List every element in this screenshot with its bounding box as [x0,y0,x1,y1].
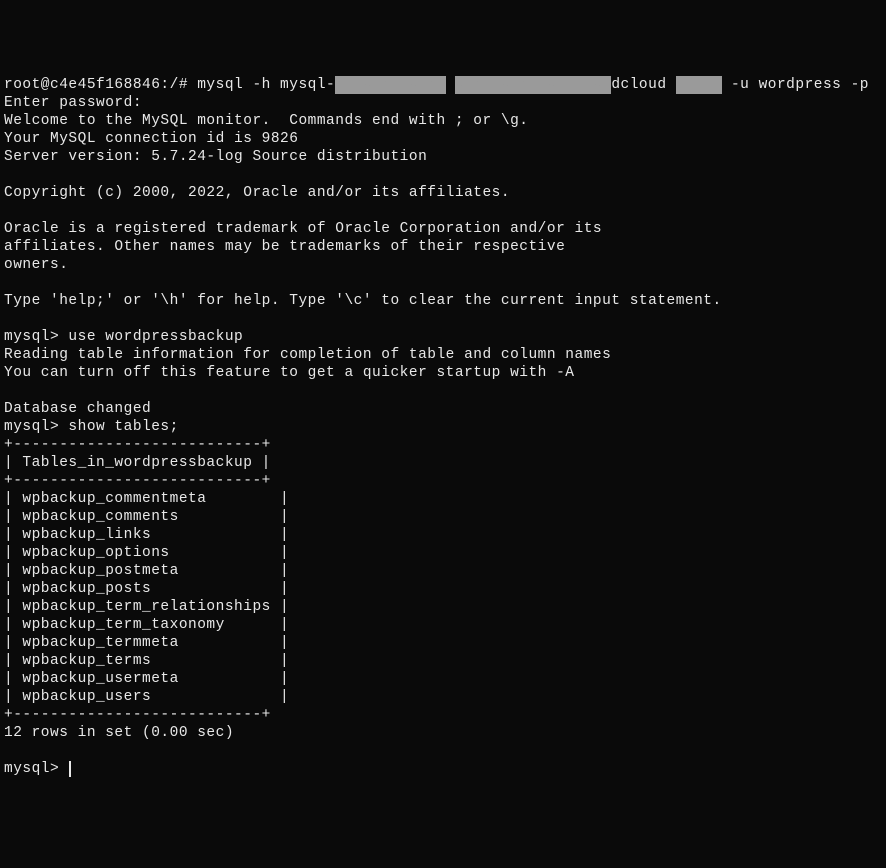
table-row: | wpbackup_usermeta | [4,671,289,687]
trademark-line2: affiliates. Other names may be trademark… [4,239,565,255]
table-row: | wpbackup_users | [4,689,289,705]
table-border-mid: +---------------------------+ [4,473,271,489]
mysql-connect-cmd-part3: -u wordpress -p [731,77,869,93]
table-row: | wpbackup_comments | [4,509,289,525]
use-db-command: use wordpressbackup [68,329,243,345]
connection-id-text: Your MySQL connection id is 9826 [4,131,298,147]
table-row: | wpbackup_terms | [4,653,289,669]
copyright-text: Copyright (c) 2000, 2022, Oracle and/or … [4,185,510,201]
mysql-prompt: mysql> [4,761,59,777]
table-row: | wpbackup_term_taxonomy | [4,617,289,633]
mysql-connect-cmd-part2: dcloud [611,77,666,93]
help-text: Type 'help;' or '\h' for help. Type '\c'… [4,293,722,309]
terminal-output[interactable]: root@c4e45f168846:/# mysql -h mysql-XXXX… [4,76,882,778]
mysql-connect-cmd-part1: mysql -h mysql- [197,77,335,93]
table-border-bottom: +---------------------------+ [4,707,271,723]
redacted-host-3: XXXXX [676,76,722,94]
turn-off-feature: You can turn off this feature to get a q… [4,365,575,381]
table-row: | wpbackup_links | [4,527,289,543]
trademark-line1: Oracle is a registered trademark of Orac… [4,221,602,237]
redacted-host-2: XXXXXX XXXXX XXXX [455,76,611,94]
database-changed: Database changed [4,401,151,417]
cursor-icon [69,761,71,777]
table-row: | wpbackup_options | [4,545,289,561]
table-row: | wpbackup_term_relationships | [4,599,289,615]
table-row: | wpbackup_termmeta | [4,635,289,651]
shell-prompt: root@c4e45f168846:/# [4,77,188,93]
table-border-top: +---------------------------+ [4,437,271,453]
table-header: | Tables_in_wordpressbackup | [4,455,271,471]
trademark-line3: owners. [4,257,68,273]
server-version-text: Server version: 5.7.24-log Source distri… [4,149,427,165]
table-row: | wpbackup_commentmeta | [4,491,289,507]
redacted-host-1: XXXXXX XXXXX [335,76,445,94]
table-row: | wpbackup_postmeta | [4,563,289,579]
mysql-prompt: mysql> [4,419,59,435]
mysql-prompt: mysql> [4,329,59,345]
result-count: 12 rows in set (0.00 sec) [4,725,234,741]
reading-table-info: Reading table information for completion… [4,347,611,363]
show-tables-command: show tables; [68,419,178,435]
enter-password-prompt: Enter password: [4,95,142,111]
table-row: | wpbackup_posts | [4,581,289,597]
welcome-text: Welcome to the MySQL monitor. Commands e… [4,113,528,129]
